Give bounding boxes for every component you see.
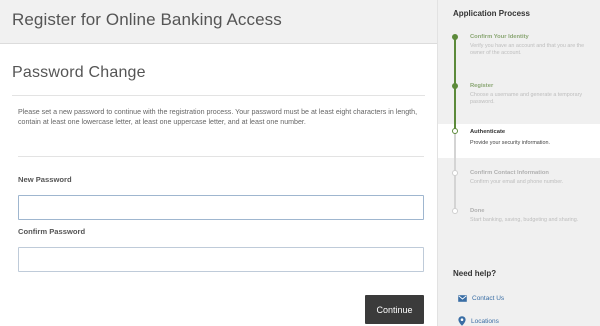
- step-confirm-identity: Confirm Your Identity Verify you have an…: [470, 34, 595, 58]
- continue-button[interactable]: Continue: [365, 295, 424, 324]
- step-description: Start banking, saving, budgeting and sha…: [470, 217, 579, 223]
- contact-us-link[interactable]: Contact Us: [458, 295, 504, 302]
- step-confirm-contact: Confirm Contact Information Confirm your…: [470, 170, 595, 186]
- main-panel: Register for Online Banking Access Passw…: [0, 0, 437, 326]
- section-title: Password Change: [12, 64, 146, 81]
- step-done: Done Start banking, saving, budgeting an…: [470, 208, 595, 224]
- help-title: Need help?: [453, 269, 497, 278]
- step-description: Verify you have an account and that you …: [470, 43, 585, 57]
- contact-us-label: Contact Us: [472, 295, 505, 302]
- step-authenticate: Authenticate Provide your security infor…: [470, 129, 595, 147]
- step-description: Provide your security information.: [470, 140, 550, 146]
- page-header: Register for Online Banking Access: [0, 0, 437, 44]
- page-title: Register for Online Banking Access: [12, 10, 282, 29]
- step-title: Confirm Your Identity: [470, 34, 529, 40]
- step-title: Confirm Contact Information: [470, 170, 549, 176]
- locations-link[interactable]: Locations: [458, 316, 499, 326]
- step-description: Confirm your email and phone number.: [470, 179, 564, 185]
- new-password-label: New Password: [18, 175, 72, 184]
- confirm-password-label: Confirm Password: [18, 227, 86, 236]
- step-current-icon: [452, 128, 458, 134]
- application-process-sidebar: Application Process Confirm Your Identit…: [437, 0, 600, 326]
- map-pin-icon: [458, 316, 466, 326]
- section-divider: [12, 95, 425, 96]
- step-done-icon: [452, 34, 458, 40]
- envelope-icon: [458, 295, 467, 302]
- step-description: Choose a username and generate a tempora…: [470, 92, 583, 106]
- locations-label: Locations: [471, 317, 499, 325]
- password-instructions: Please set a new password to continue wi…: [18, 108, 418, 126]
- step-pending-icon: [452, 208, 458, 214]
- step-title: Authenticate: [470, 129, 506, 135]
- step-done-icon: [452, 83, 458, 89]
- step-title: Done: [470, 208, 485, 214]
- step-title: Register: [470, 83, 494, 89]
- new-password-input[interactable]: [18, 195, 424, 220]
- step-register: Register Choose a username and generate …: [470, 83, 595, 107]
- instructions-divider: [18, 156, 424, 157]
- confirm-password-input[interactable]: [18, 247, 424, 272]
- step-pending-icon: [452, 170, 458, 176]
- sidebar-title: Application Process: [453, 9, 530, 18]
